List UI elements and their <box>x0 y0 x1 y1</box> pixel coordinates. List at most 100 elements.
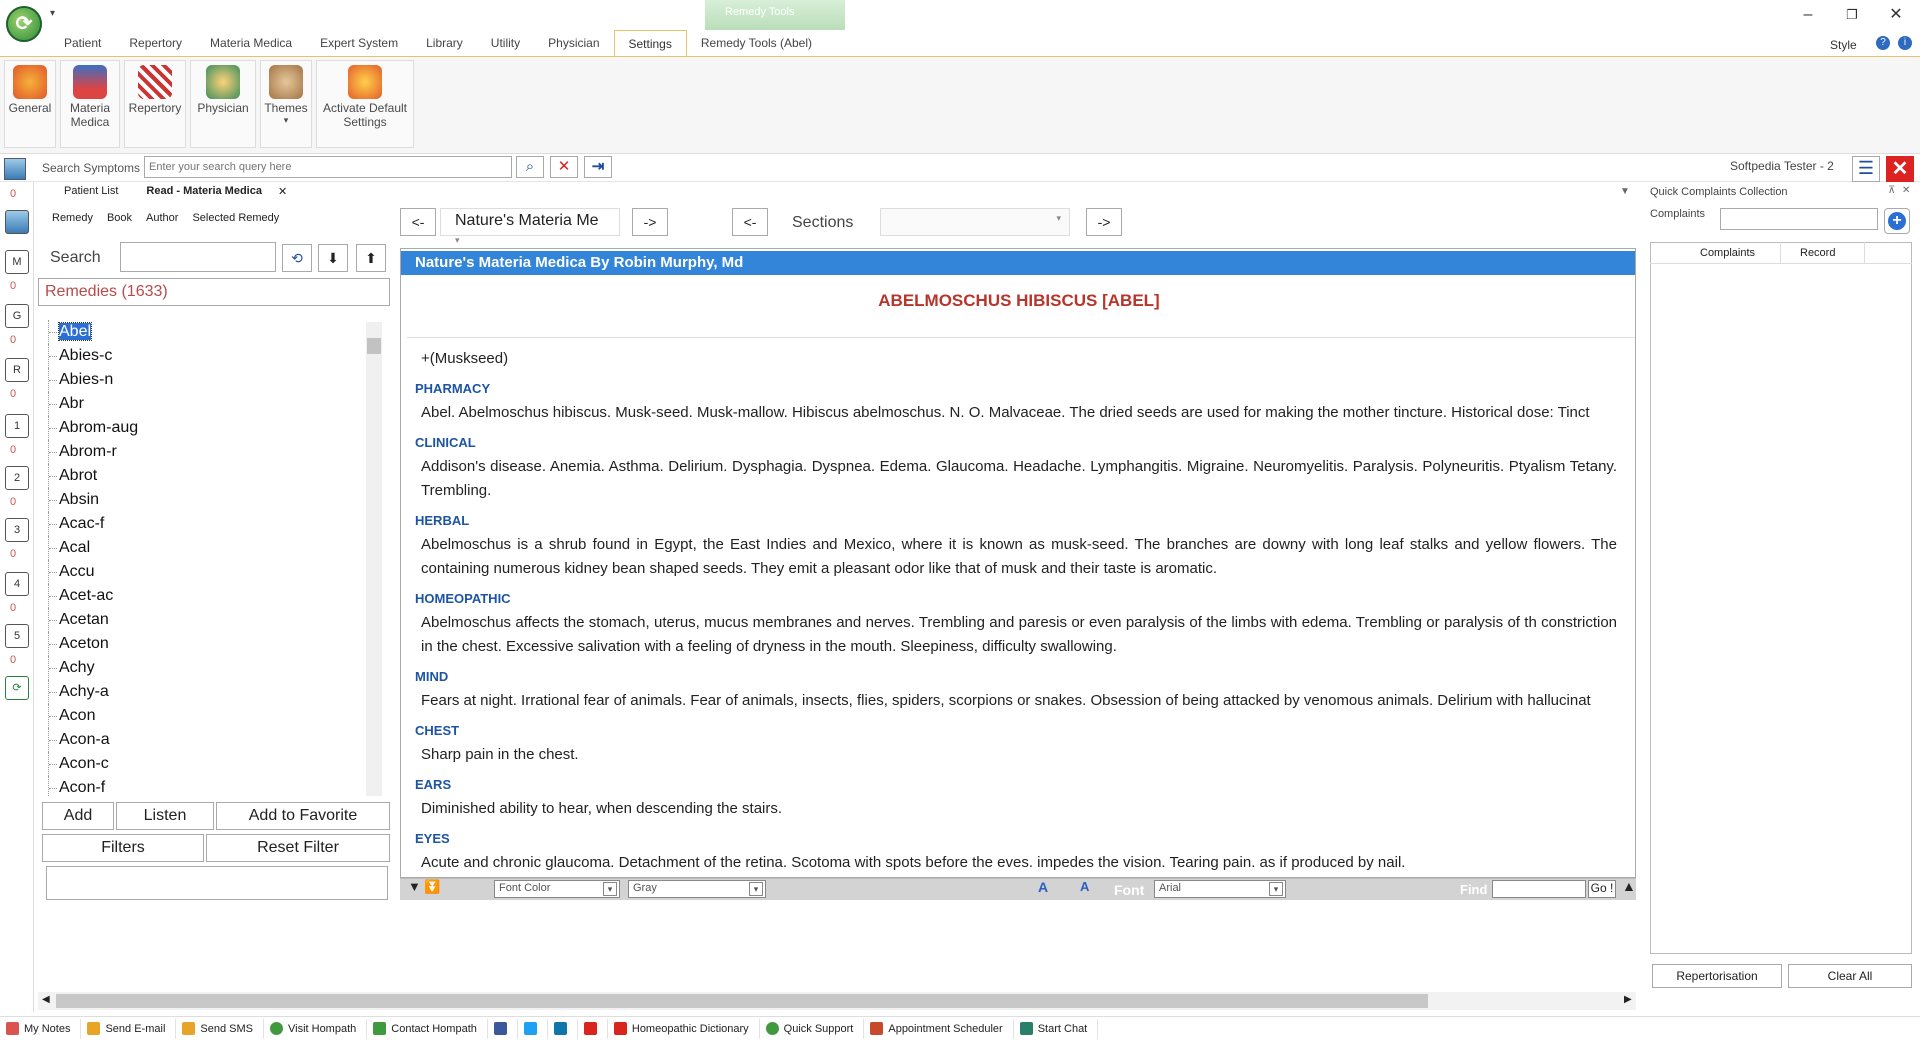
complaints-grid[interactable] <box>1650 242 1912 954</box>
search-input[interactable] <box>144 156 512 178</box>
tab-expert-system[interactable]: Expert System <box>306 30 412 56</box>
arrow-down-icon[interactable]: ⬇ <box>318 244 348 272</box>
list-item[interactable]: Acon-f <box>48 776 366 796</box>
decrease-font-icon[interactable]: A <box>1080 879 1089 894</box>
send-sms-link[interactable]: Send SMS <box>176 1018 264 1039</box>
add-button[interactable]: Add <box>42 802 114 830</box>
find-input[interactable] <box>1492 880 1586 898</box>
list-item[interactable]: Abel <box>48 320 366 344</box>
scrollbar-thumb[interactable] <box>367 338 381 354</box>
appointment-scheduler-link[interactable]: Appointment Scheduler <box>864 1018 1014 1039</box>
refresh-search-icon[interactable]: ⟲ <box>282 244 312 272</box>
strip-button-2[interactable]: 2 <box>5 466 29 490</box>
activate-default-settings-button[interactable]: Activate Default Settings <box>316 60 414 148</box>
my-notes-link[interactable]: My Notes <box>0 1018 82 1039</box>
reset-filter-button[interactable]: Reset Filter <box>206 834 390 862</box>
send-email-link[interactable]: Send E-mail <box>81 1018 177 1039</box>
subtab-remedy[interactable]: Remedy <box>52 212 93 224</box>
scroll-right-icon[interactable]: ▶ <box>1624 994 1632 1005</box>
sections-select[interactable]: ▾ <box>880 208 1070 236</box>
tab-remedy-tools[interactable]: Remedy Tools (Abel) <box>687 30 826 56</box>
collapse-all-icon[interactable]: ⏬ <box>424 879 440 895</box>
list-item[interactable]: Achy <box>48 656 366 680</box>
style-menu[interactable]: Style <box>1830 38 1857 52</box>
patient-view-icon[interactable] <box>5 210 29 234</box>
list-item[interactable]: Acal <box>48 536 366 560</box>
scroll-up-icon[interactable]: ▲ <box>1622 878 1636 894</box>
close-panel-icon[interactable]: ✕ <box>1902 185 1910 196</box>
pin-icon[interactable]: ⊼ <box>1888 185 1895 196</box>
list-item[interactable]: Acac-f <box>48 512 366 536</box>
column-header-complaints[interactable]: Complaints <box>1700 247 1755 259</box>
list-item[interactable]: Abrom-r <box>48 440 366 464</box>
subtab-author[interactable]: Author <box>146 212 178 224</box>
tab-settings[interactable]: Settings <box>613 30 687 56</box>
app-logo-icon[interactable]: ⟳ <box>6 6 42 42</box>
complaints-input[interactable] <box>1720 208 1878 230</box>
menu-icon[interactable]: ☰ <box>1852 156 1880 182</box>
listen-button[interactable]: Listen <box>116 802 214 830</box>
prev-book-button[interactable]: <- <box>400 208 436 236</box>
repertorisation-button[interactable]: Repertorisation <box>1652 964 1782 988</box>
general-button[interactable]: General <box>4 60 56 148</box>
clear-all-button[interactable]: Clear All <box>1788 964 1912 988</box>
go-to-end-icon[interactable]: ⇥ <box>584 156 612 178</box>
list-item[interactable]: Acon-a <box>48 728 366 752</box>
tab-patient[interactable]: Patient <box>50 30 115 56</box>
list-item[interactable]: Abies-n <box>48 368 366 392</box>
physician-button[interactable]: Physician <box>190 60 256 148</box>
homeopathic-dictionary-link[interactable]: Homeopathic Dictionary <box>608 1018 760 1039</box>
tab-repertory[interactable]: Repertory <box>115 30 196 56</box>
strip-button-g[interactable]: G <box>5 304 29 328</box>
repertory-button[interactable]: Repertory <box>124 60 186 148</box>
font-color-select[interactable]: Font Color ▾ <box>494 880 620 898</box>
arrow-up-icon[interactable]: ⬆ <box>356 244 386 272</box>
font-select[interactable]: Arial ▾ <box>1154 880 1286 898</box>
close-tab-icon[interactable]: ✕ <box>276 182 289 202</box>
materia-medica-button[interactable]: Materia Medica <box>60 60 120 148</box>
strip-button-m[interactable]: M <box>5 250 29 274</box>
list-item[interactable]: Abr <box>48 392 366 416</box>
tab-library[interactable]: Library <box>412 30 477 56</box>
add-to-favorite-button[interactable]: Add to Favorite <box>216 802 390 830</box>
strip-button-4[interactable]: 4 <box>5 572 29 596</box>
themes-button[interactable]: Themes ▾ <box>260 60 312 148</box>
info-icon[interactable]: i <box>1898 36 1912 50</box>
list-item[interactable]: Abies-c <box>48 344 366 368</box>
list-item[interactable]: Abrot <box>48 464 366 488</box>
linkedin-link[interactable] <box>548 1018 578 1039</box>
remedy-search-input[interactable] <box>120 242 276 272</box>
youtube-link[interactable] <box>578 1018 608 1039</box>
help-icon[interactable]: ? <box>1876 36 1890 50</box>
next-book-button[interactable]: -> <box>632 208 668 236</box>
grid-view-icon[interactable] <box>4 158 26 180</box>
list-item[interactable]: Acon <box>48 704 366 728</box>
tab-read-materia-medica[interactable]: Read - Materia Medica <box>132 182 276 202</box>
refresh-icon[interactable]: ⟳ <box>5 676 29 700</box>
tab-physician[interactable]: Physician <box>534 30 613 56</box>
filters-button[interactable]: Filters <box>42 834 204 862</box>
add-complaint-icon[interactable] <box>1884 208 1910 234</box>
strip-button-r[interactable]: R <box>5 358 29 382</box>
start-chat-link[interactable]: Start Chat <box>1014 1018 1099 1039</box>
scroll-left-icon[interactable]: ◀ <box>42 994 50 1005</box>
list-item[interactable]: Aceton <box>48 632 366 656</box>
strip-button-1[interactable]: 1 <box>5 414 29 438</box>
twitter-link[interactable] <box>518 1018 548 1039</box>
subtab-book[interactable]: Book <box>107 212 132 224</box>
reader-pane[interactable]: Nature's Materia Medica By Robin Murphy,… <box>400 248 1636 878</box>
list-item[interactable]: Acetan <box>48 608 366 632</box>
color-select[interactable]: Gray ▾ <box>628 880 766 898</box>
facebook-link[interactable] <box>488 1018 518 1039</box>
quick-access-arrow-icon[interactable]: ▾ <box>50 8 55 19</box>
remedy-notes-box[interactable] <box>46 866 388 900</box>
list-item[interactable]: Accu <box>48 560 366 584</box>
strip-button-3[interactable]: 3 <box>5 518 29 542</box>
close-button[interactable]: ✕ <box>1876 4 1916 26</box>
go-button[interactable]: Go ! <box>1588 880 1616 898</box>
list-item[interactable]: Achy-a <box>48 680 366 704</box>
list-item[interactable]: Abrom-aug <box>48 416 366 440</box>
next-section-button[interactable]: -> <box>1086 208 1122 236</box>
tab-utility[interactable]: Utility <box>477 30 534 56</box>
increase-font-icon[interactable]: A <box>1038 879 1048 895</box>
